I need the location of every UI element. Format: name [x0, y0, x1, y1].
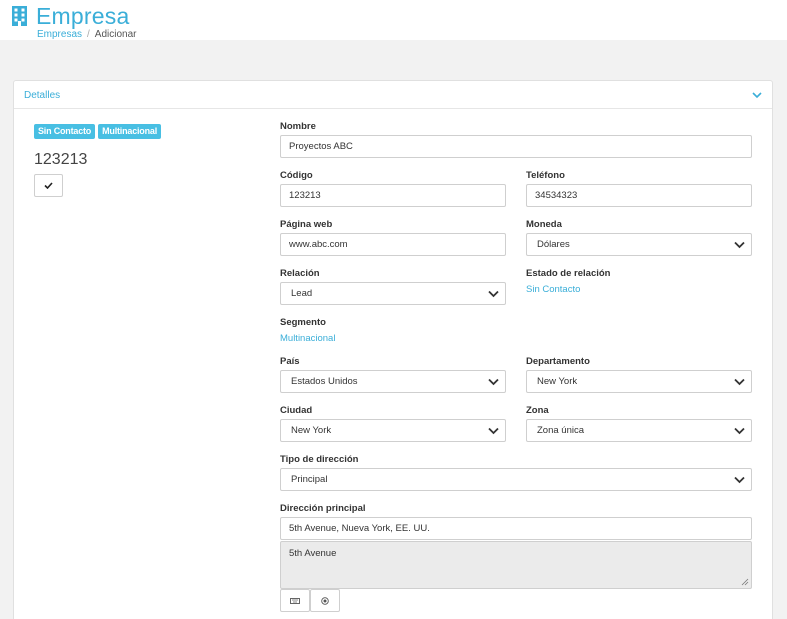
- codigo-input[interactable]: 123213: [280, 184, 506, 207]
- nombre-input[interactable]: Proyectos ABC: [280, 135, 752, 158]
- tipo-direccion-label: Tipo de dirección: [280, 454, 359, 465]
- telefono-input[interactable]: 34534323: [526, 184, 752, 207]
- codigo-value: 123213: [289, 190, 321, 201]
- breadcrumb-separator: /: [87, 29, 90, 40]
- departamento-value: New York: [537, 376, 578, 387]
- relacion-select[interactable]: Lead: [280, 282, 506, 305]
- chevron-down-icon[interactable]: [752, 90, 762, 100]
- pais-label: País: [280, 356, 300, 367]
- resize-handle-icon[interactable]: [741, 578, 749, 586]
- segmento-link[interactable]: Multinacional: [280, 333, 335, 344]
- estado-relacion-link[interactable]: Sin Contacto: [526, 284, 580, 295]
- breadcrumb-empresas-link[interactable]: Empresas: [37, 29, 82, 40]
- building-icon: [12, 6, 27, 26]
- estado-relacion-label: Estado de relación: [526, 268, 611, 279]
- chevron-down-icon: [734, 378, 745, 385]
- chevron-down-icon: [734, 427, 745, 434]
- company-code-display: 123213: [34, 151, 88, 168]
- ciudad-select[interactable]: New York: [280, 419, 506, 442]
- check-icon: [44, 182, 53, 189]
- keyboard-button[interactable]: [280, 589, 310, 612]
- departamento-select[interactable]: New York: [526, 370, 752, 393]
- zona-label: Zona: [526, 405, 549, 416]
- chevron-down-icon: [734, 241, 745, 248]
- direccion-detail-textarea[interactable]: 5th Avenue: [280, 541, 752, 589]
- direccion-detail-value: 5th Avenue: [289, 548, 337, 559]
- keyboard-icon: [290, 597, 300, 604]
- direccion-principal-label: Dirección principal: [280, 503, 366, 514]
- pais-value: Estados Unidos: [291, 376, 358, 387]
- panel-title: Detalles: [24, 90, 61, 101]
- telefono-value: 34534323: [535, 190, 578, 201]
- chevron-down-icon: [734, 476, 745, 483]
- telefono-label: Teléfono: [526, 170, 565, 181]
- pagina-web-input[interactable]: www.abc.com: [280, 233, 506, 256]
- locate-button[interactable]: [310, 589, 340, 612]
- chevron-down-icon: [488, 427, 499, 434]
- title-row: Empresa: [12, 3, 129, 29]
- zona-value: Zona única: [537, 425, 585, 436]
- pagina-web-value: www.abc.com: [289, 239, 348, 250]
- chevron-down-icon: [488, 378, 499, 385]
- direccion-principal-value: 5th Avenue, Nueva York, EE. UU.: [289, 523, 430, 534]
- chevron-down-icon: [488, 290, 499, 297]
- nombre-value: Proyectos ABC: [289, 141, 353, 152]
- zona-select[interactable]: Zona única: [526, 419, 752, 442]
- ciudad-label: Ciudad: [280, 405, 313, 416]
- status-badge: Sin Contacto: [34, 124, 96, 139]
- departamento-label: Departamento: [526, 356, 590, 367]
- tipo-direccion-select[interactable]: Principal: [280, 468, 752, 491]
- codigo-label: Código: [280, 170, 313, 181]
- nombre-label: Nombre: [280, 121, 316, 132]
- tipo-direccion-value: Principal: [291, 474, 328, 485]
- ciudad-value: New York: [291, 425, 332, 436]
- status-badges: Sin Contacto Multinacional: [34, 124, 162, 139]
- target-icon: [321, 596, 329, 605]
- moneda-value: Dólares: [537, 239, 570, 250]
- segmento-label: Segmento: [280, 317, 326, 328]
- confirm-button[interactable]: [34, 174, 63, 197]
- details-panel-header[interactable]: Detalles: [14, 81, 772, 109]
- segment-badge: Multinacional: [98, 124, 162, 139]
- pais-select[interactable]: Estados Unidos: [280, 370, 506, 393]
- relacion-label: Relación: [280, 268, 320, 279]
- pagina-web-label: Página web: [280, 219, 333, 230]
- moneda-select[interactable]: Dólares: [526, 233, 752, 256]
- breadcrumb: Empresas / Adicionar: [37, 29, 137, 40]
- relacion-value: Lead: [291, 288, 313, 299]
- moneda-label: Moneda: [526, 219, 562, 230]
- breadcrumb-current: Adicionar: [94, 29, 137, 40]
- page-header: Empresa Empresas / Adicionar: [0, 0, 787, 40]
- direccion-principal-input[interactable]: 5th Avenue, Nueva York, EE. UU.: [280, 517, 752, 540]
- page-title: Empresa: [36, 3, 130, 29]
